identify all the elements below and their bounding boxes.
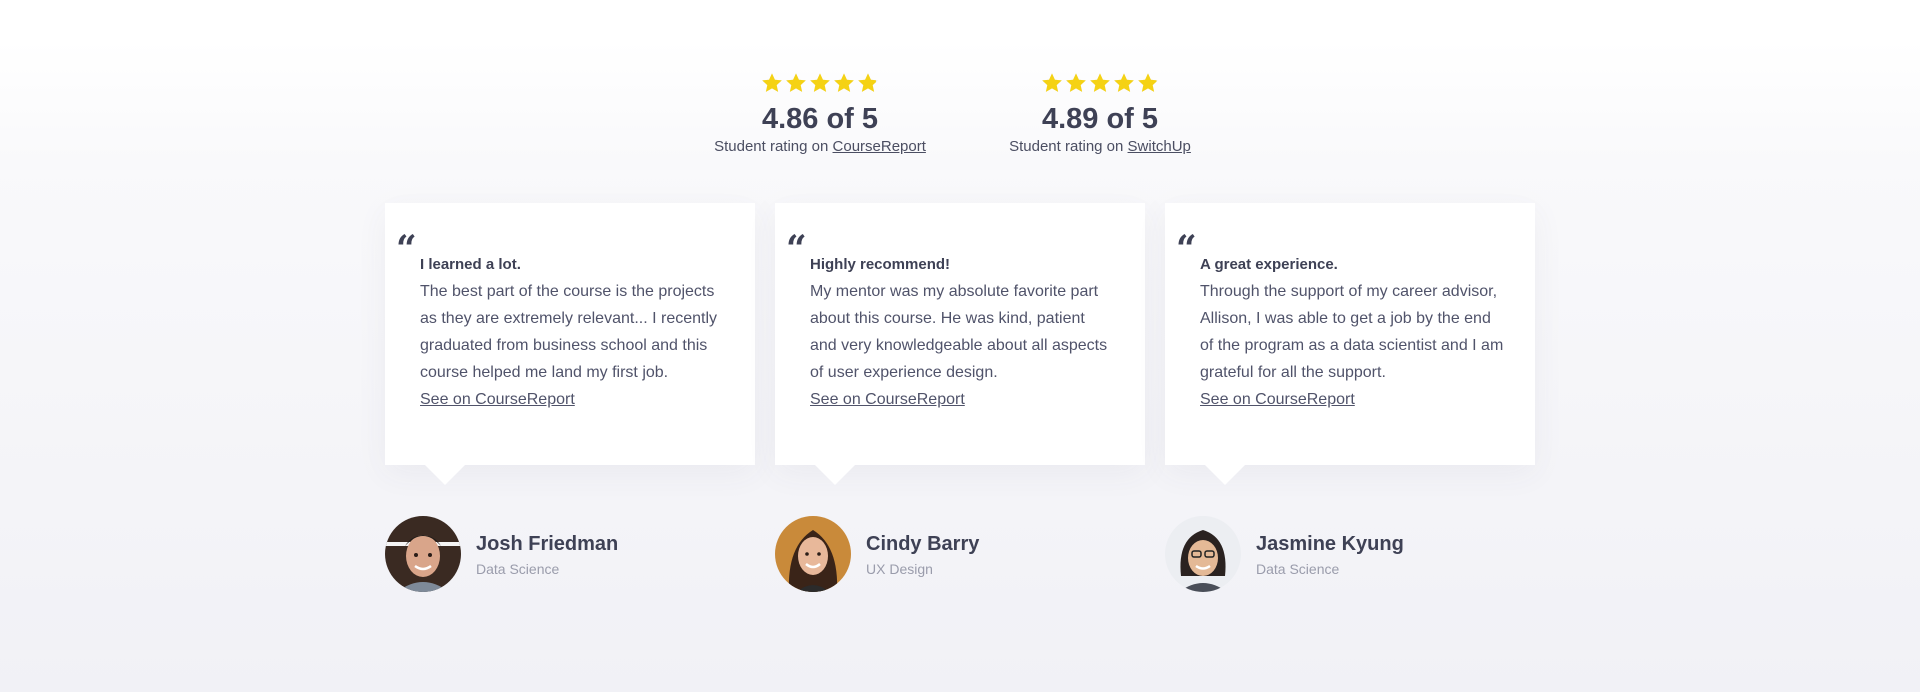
author-name: Cindy Barry (866, 533, 980, 555)
author-name: Jasmine Kyung (1256, 533, 1404, 555)
star-icon (786, 73, 806, 92)
testimonial-text: The best part of the course is the proje… (420, 283, 718, 381)
author-track: UX Design (866, 561, 933, 577)
rating-caption: Student rating on CourseReport (714, 138, 926, 155)
see-on-coursereport-link[interactable]: See on CourseReport (420, 386, 575, 413)
see-on-coursereport-link[interactable]: See on CourseReport (810, 386, 965, 413)
testimonial-title: I learned a lot. (420, 256, 521, 273)
star-icon (834, 73, 854, 92)
rating-coursereport: 4.86 of 5 Student rating on CourseReport (710, 72, 930, 155)
avatar (1165, 516, 1241, 592)
author-track: Data Science (476, 561, 560, 577)
avatar (385, 516, 461, 592)
avatar (775, 516, 851, 592)
testimonial-card: “ I learned a lot. The best part of the … (385, 203, 755, 485)
testimonial-author: Cindy Barry UX Design (775, 516, 1145, 592)
testimonials: “ I learned a lot. The best part of the … (385, 203, 1535, 592)
testimonial-text: My mentor was my absolute favorite part … (810, 283, 1108, 381)
testimonial-title: Highly recommend! (810, 256, 951, 273)
rating-caption: Student rating on SwitchUp (1009, 138, 1191, 155)
star-rating (1041, 72, 1159, 98)
testimonial-text: Through the support of my career advisor… (1200, 283, 1504, 381)
testimonial: “ Highly recommend! My mentor was my abs… (775, 203, 1145, 592)
star-icon (1138, 73, 1158, 92)
testimonial-title: A great experience. (1200, 256, 1338, 273)
rating-score: 4.86 of 5 (761, 103, 879, 135)
testimonial-card: “ A great experience. Through the suppor… (1165, 203, 1535, 485)
testimonial-card: “ Highly recommend! My mentor was my abs… (775, 203, 1145, 485)
star-icon (858, 73, 878, 92)
star-icon (1066, 73, 1086, 92)
coursereport-link[interactable]: CourseReport (833, 138, 926, 155)
star-icon (1114, 73, 1134, 92)
author-name: Josh Friedman (476, 533, 619, 555)
rating-caption-prefix: Student rating on (714, 138, 833, 155)
author-track: Data Science (1256, 561, 1340, 577)
testimonial-author: Jasmine Kyung Data Science (1165, 516, 1535, 592)
ratings-section: 4.86 of 5 Student rating on CourseReport… (0, 72, 1920, 155)
quote-icon: “ (396, 228, 417, 270)
rating-caption-prefix: Student rating on (1009, 138, 1128, 155)
rating-switchup: 4.89 of 5 Student rating on SwitchUp (990, 72, 1210, 155)
testimonial: “ I learned a lot. The best part of the … (385, 203, 755, 592)
star-icon (762, 73, 782, 92)
testimonial-author: Josh Friedman Data Science (385, 516, 755, 592)
star-icon (1090, 73, 1110, 92)
star-icon (810, 73, 830, 92)
star-icon (1042, 73, 1062, 92)
quote-icon: “ (786, 228, 807, 270)
switchup-link[interactable]: SwitchUp (1128, 138, 1191, 155)
see-on-coursereport-link[interactable]: See on CourseReport (1200, 386, 1355, 413)
testimonial: “ A great experience. Through the suppor… (1165, 203, 1535, 592)
star-rating (761, 72, 879, 98)
rating-score: 4.89 of 5 (1041, 103, 1159, 135)
quote-icon: “ (1176, 228, 1197, 270)
